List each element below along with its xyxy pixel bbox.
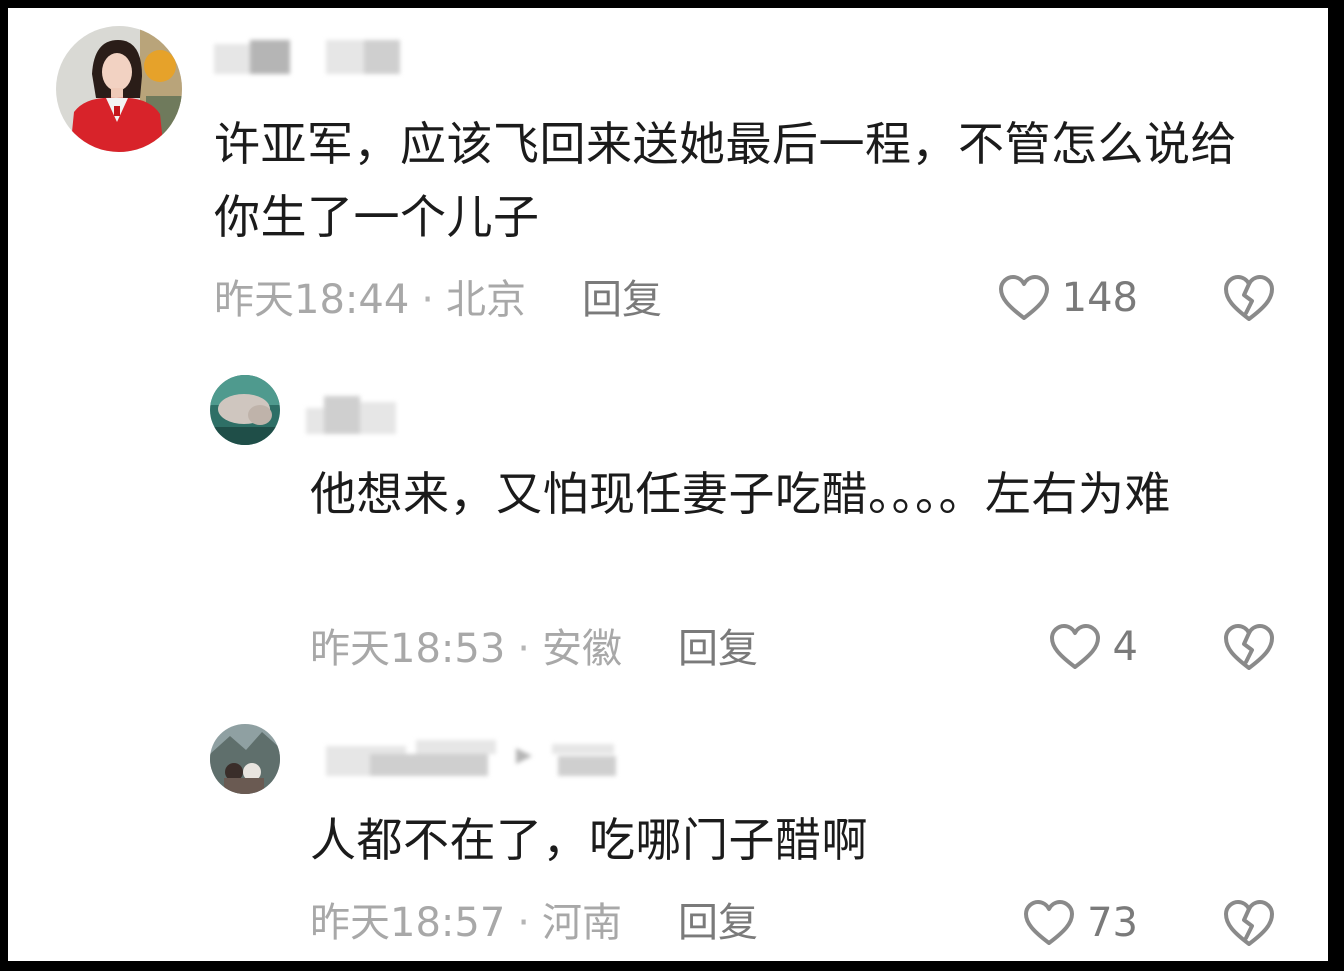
- comment-location: 安徽: [542, 626, 622, 672]
- comment-location: 河南: [542, 900, 622, 946]
- like-button[interactable]: 73: [968, 895, 1138, 951]
- avatar[interactable]: [210, 724, 280, 794]
- like-count: 73: [1087, 900, 1138, 946]
- reply-button[interactable]: 回复: [678, 900, 758, 946]
- heart-outline-icon: [1024, 900, 1075, 945]
- heart-outline-icon: [998, 275, 1049, 320]
- username-blurred[interactable]: [306, 736, 626, 776]
- comment-meta: 昨天18:53 · 安徽 回复: [310, 621, 758, 677]
- like-count: 148: [1061, 275, 1138, 321]
- broken-heart-icon: [1224, 624, 1274, 670]
- comment-text: 他想来，又怕现任妻子吃醋。。。。左右为难: [310, 467, 1171, 521]
- comment-meta: 昨天18:44 · 北京 回复: [214, 272, 662, 328]
- username-blurred[interactable]: [306, 394, 416, 434]
- heart-outline-icon: [1049, 624, 1100, 669]
- dislike-button[interactable]: [1222, 898, 1276, 948]
- comment-text: 许亚军，应该飞回来送她最后一程，不管怎么说给你生了一个儿子: [214, 117, 1237, 244]
- comment-time: 昨天18:57: [310, 900, 506, 946]
- broken-heart-icon: [1224, 275, 1274, 321]
- reply-button[interactable]: 回复: [582, 277, 662, 323]
- avatar[interactable]: [210, 375, 280, 445]
- comment-list: 许亚军，应该飞回来送她最后一程，不管怎么说给你生了一个儿子 昨天18:44 · 北京…: [8, 8, 1328, 961]
- reply-button[interactable]: 回复: [678, 626, 758, 672]
- avatar[interactable]: [56, 26, 182, 152]
- dislike-button[interactable]: [1222, 273, 1276, 323]
- dislike-button[interactable]: [1222, 622, 1276, 672]
- broken-heart-icon: [1224, 900, 1274, 946]
- separator: ·: [517, 626, 530, 672]
- separator: ·: [517, 900, 530, 946]
- comment-time: 昨天18:53: [310, 626, 506, 672]
- comment-meta: 昨天18:57 · 河南 回复: [310, 895, 758, 951]
- comment-location: 北京: [446, 277, 526, 323]
- username-blurred[interactable]: [214, 36, 404, 76]
- separator: ·: [421, 277, 434, 323]
- like-button[interactable]: 148: [968, 270, 1138, 326]
- comment-time: 昨天18:44: [214, 277, 410, 323]
- like-button[interactable]: 4: [968, 619, 1138, 675]
- like-count: 4: [1112, 624, 1138, 670]
- comment-text: 人都不在了，吃哪门子醋啊: [310, 813, 868, 867]
